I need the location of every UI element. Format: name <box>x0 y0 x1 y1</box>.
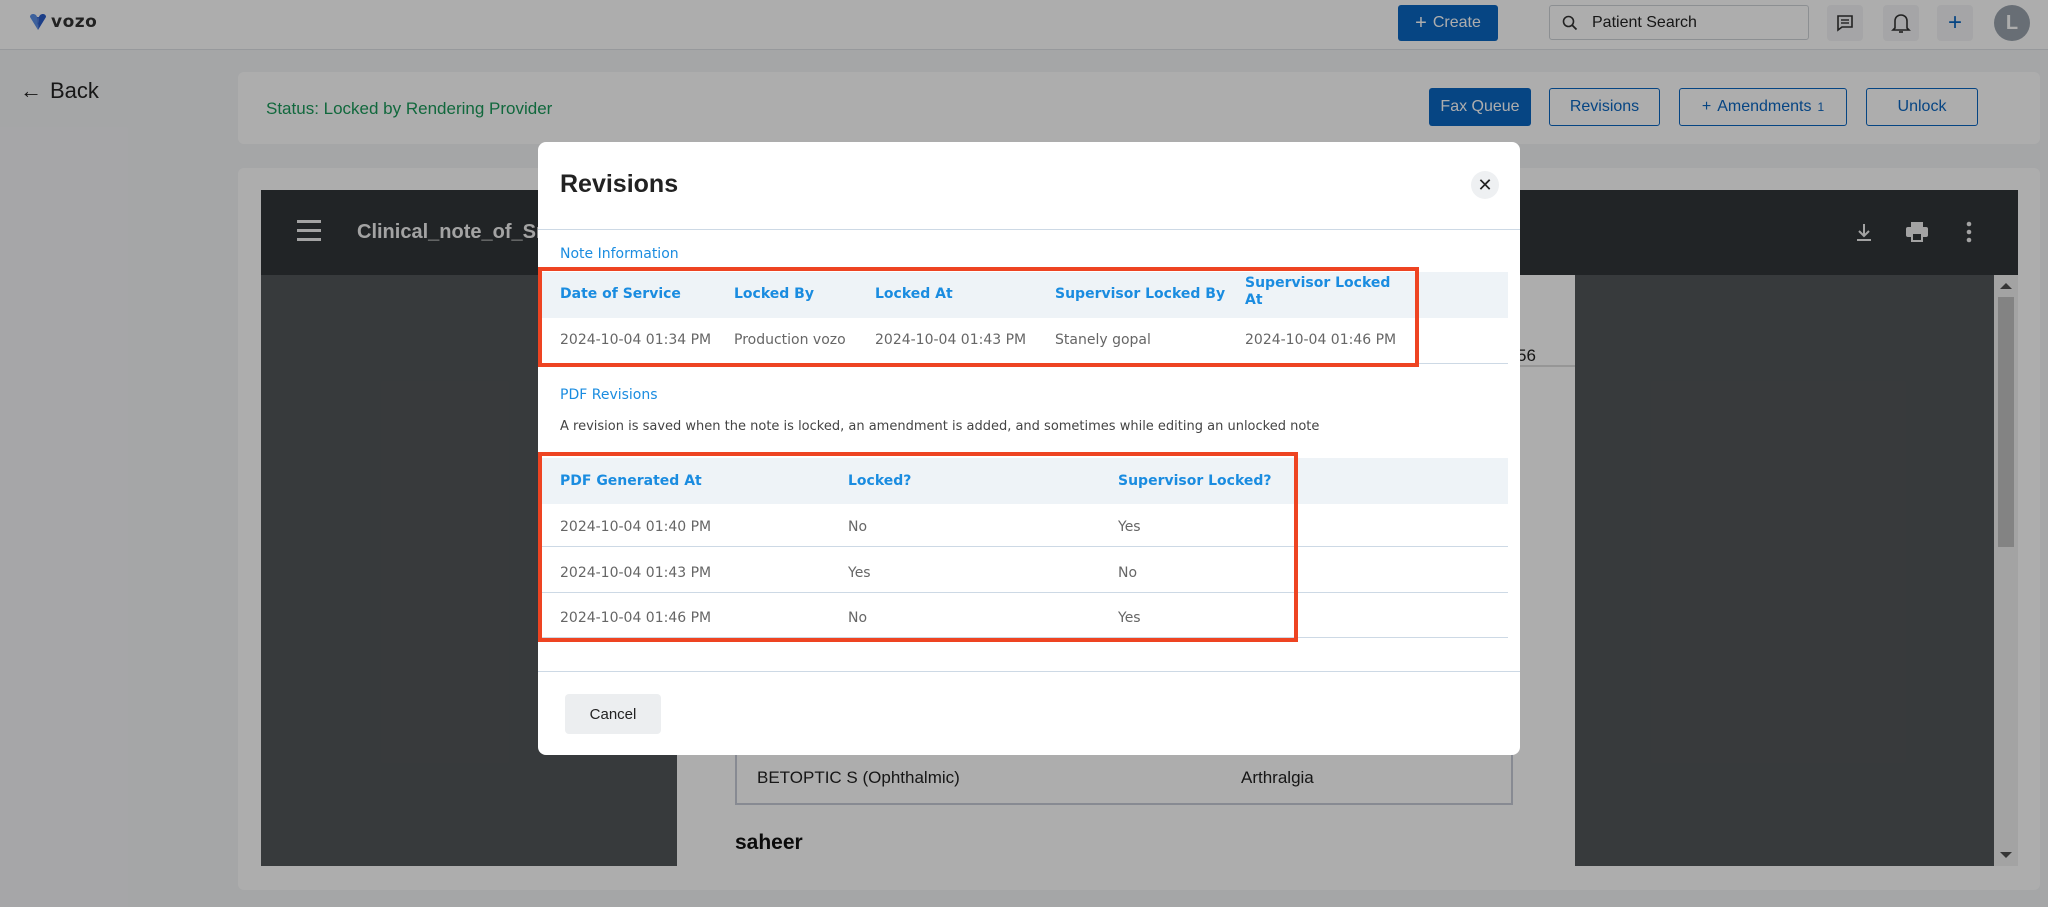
highlight-box-pdf-revisions <box>538 452 1298 642</box>
modal-title: Revisions <box>560 170 679 198</box>
header-divider <box>538 229 1520 230</box>
pdf-revisions-label: PDF Revisions <box>560 387 658 403</box>
pdf-revisions-description: A revision is saved when the note is loc… <box>560 419 1320 434</box>
highlight-box-note-info <box>538 267 1419 367</box>
cancel-button[interactable]: Cancel <box>565 694 661 734</box>
note-information-label: Note Information <box>560 246 679 262</box>
footer-divider <box>538 671 1520 672</box>
close-icon[interactable]: ✕ <box>1471 171 1499 199</box>
revisions-modal: Revisions ✕ Note Information Date of Ser… <box>538 142 1520 755</box>
